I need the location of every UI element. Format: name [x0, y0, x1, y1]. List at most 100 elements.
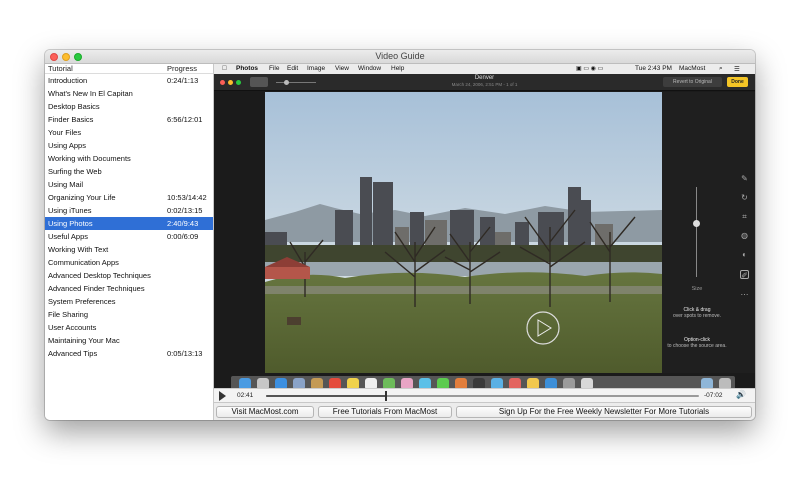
- filters-icon: ◍: [741, 231, 748, 240]
- tutorial-title: What's New In El Capitan: [48, 89, 133, 98]
- tutorial-row[interactable]: Using Apps: [45, 139, 213, 152]
- tutorial-row[interactable]: Communication Apps: [45, 256, 213, 269]
- playback-controls: 02:41 -07:02 🔊: [214, 388, 755, 402]
- apple-icon: : [222, 65, 227, 72]
- tutorial-row[interactable]: Using iTunes 0:02/13:15: [45, 204, 213, 217]
- tutorial-row[interactable]: Introduction 0:24/1:13: [45, 74, 213, 87]
- retouch-icon: ✐: [740, 270, 749, 280]
- tutorial-title: Useful Apps: [48, 232, 89, 241]
- tutorial-title: Finder Basics: [48, 115, 94, 124]
- tutorial-title: Using Mail: [48, 180, 84, 189]
- tutorial-row[interactable]: Maintaining Your Mac: [45, 334, 213, 347]
- tutorial-progress: 0:00/6:09: [167, 232, 199, 241]
- done-button: Done: [727, 77, 748, 87]
- tutorial-row[interactable]: Advanced Finder Techniques: [45, 282, 213, 295]
- tutorial-title: Working with Documents: [48, 154, 131, 163]
- current-time: 02:41: [237, 392, 254, 399]
- tutorial-row[interactable]: Organizing Your Life 10:53/14:42: [45, 191, 213, 204]
- tutorial-title: Advanced Tips: [48, 349, 98, 358]
- tutorial-list-header: Tutorial Progress: [45, 64, 213, 74]
- tutorial-title: Your Files: [48, 128, 82, 137]
- tutorial-progress: 0:05/13:13: [167, 349, 203, 358]
- enhance-wand-icon: ✎: [741, 174, 748, 183]
- tutorial-row[interactable]: Advanced Tips 0:05/13:13: [45, 347, 213, 360]
- photos-toolbar: Denver March 24, 2006, 2:51 PM - 1 of 1 …: [214, 74, 755, 91]
- video-mac-menubar:  Photos File Edit Image View Window Hel…: [214, 64, 755, 74]
- hint-option-click: Option-click to choose the source area.: [662, 337, 732, 349]
- bottom-bar: Visit MacMost.com Free Tutorials From Ma…: [214, 402, 755, 420]
- column-header-tutorial[interactable]: Tutorial: [48, 64, 73, 73]
- tutorial-row[interactable]: Using Mail: [45, 178, 213, 191]
- menubar-clock: Tue 2:43 PM: [635, 65, 672, 72]
- visit-macmost-button[interactable]: Visit MacMost.com: [216, 406, 314, 418]
- rotate-icon: ↻: [741, 193, 748, 202]
- tutorial-title: Maintaining Your Mac: [48, 336, 120, 345]
- window-title: Video Guide: [375, 51, 425, 61]
- tutorial-title: Surfing the Web: [48, 167, 102, 176]
- menu-edit: Edit: [287, 65, 299, 72]
- spotlight-icon: ⌕: [719, 65, 723, 72]
- hint-option-click-body: to choose the source area.: [667, 343, 727, 349]
- adjust-icon: ◐: [742, 250, 747, 259]
- denver-skyline-image: [265, 92, 662, 373]
- revert-to-original-button: Revert to Original: [663, 77, 722, 87]
- tutorial-title: Desktop Basics: [48, 102, 100, 111]
- tutorial-row[interactable]: Finder Basics 6:56/12:01: [45, 113, 213, 126]
- tutorial-title: Communication Apps: [48, 258, 119, 267]
- hint-click-drag-body: over spots to remove.: [672, 313, 722, 319]
- more-icon: ⋯: [740, 290, 749, 299]
- tutorial-title: System Preferences: [48, 297, 116, 306]
- tutorial-row[interactable]: Advanced Desktop Techniques: [45, 269, 213, 282]
- tutorial-title: Using iTunes: [48, 206, 92, 215]
- tutorial-row[interactable]: Desktop Basics: [45, 100, 213, 113]
- hint-click-drag: Click & drag over spots to remove.: [662, 307, 732, 319]
- menu-window: Window: [358, 65, 382, 72]
- scrubber[interactable]: [266, 391, 699, 401]
- tutorial-list[interactable]: Tutorial Progress Introduction 0:24/1:13 W…: [45, 64, 214, 420]
- size-slider-knob-icon: [693, 220, 700, 227]
- column-header-progress[interactable]: Progress: [167, 64, 197, 73]
- tutorial-title: Using Apps: [48, 141, 86, 150]
- video-guide-window: Video Guide Tutorial Progress Introducti…: [45, 50, 755, 420]
- menu-photos: Photos: [236, 65, 259, 72]
- tutorial-row[interactable]: Using Photos 2:40/9:43: [45, 217, 213, 230]
- menubar-user: MacMost: [679, 65, 706, 72]
- tutorial-row[interactable]: What's New In El Capitan: [45, 87, 213, 100]
- tutorial-row[interactable]: Your Files: [45, 126, 213, 139]
- tutorial-progress: 2:40/9:43: [167, 219, 199, 228]
- denver-photo: [265, 92, 662, 373]
- scrubber-knob[interactable]: [384, 391, 387, 401]
- free-tutorials-button[interactable]: Free Tutorials From MacMost: [318, 406, 452, 418]
- tutorial-progress: 0:02/13:15: [167, 206, 203, 215]
- newsletter-signup-button[interactable]: Sign Up For the Free Weekly Newsletter F…: [456, 406, 752, 418]
- tutorial-title: File Sharing: [48, 310, 89, 319]
- video-player[interactable]:  Photos File Edit Image View Window Hel…: [214, 64, 755, 402]
- retouch-panel: Size Click & drag over spots to remove. …: [662, 92, 755, 373]
- play-icon[interactable]: [219, 391, 226, 401]
- menu-view: View: [335, 65, 349, 72]
- menubar-status-icons: ▣ ▭ ◉ ▭: [576, 66, 604, 72]
- size-label: Size: [691, 286, 703, 292]
- size-slider-track-icon: [696, 187, 697, 277]
- tutorial-row[interactable]: System Preferences: [45, 295, 213, 308]
- tutorial-title: Organizing Your Life: [48, 193, 116, 202]
- tutorial-title: Introduction: [48, 76, 88, 85]
- title-bar[interactable]: Video Guide: [45, 50, 755, 64]
- tutorial-row[interactable]: File Sharing: [45, 308, 213, 321]
- tutorial-row[interactable]: Useful Apps 0:00/6:09: [45, 230, 213, 243]
- tutorial-title: User Accounts: [48, 323, 97, 332]
- tutorial-title: Working With Text: [48, 245, 109, 254]
- menu-image: Image: [307, 65, 326, 72]
- tutorial-progress: 10:53/14:42: [167, 193, 207, 202]
- tutorial-progress: 6:56/12:01: [167, 115, 203, 124]
- tutorial-title: Advanced Desktop Techniques: [48, 271, 151, 280]
- notification-center-icon: ☰: [734, 66, 740, 73]
- volume-icon[interactable]: 🔊: [736, 390, 746, 399]
- tutorial-row[interactable]: User Accounts: [45, 321, 213, 334]
- tutorial-title: Advanced Finder Techniques: [48, 284, 145, 293]
- tutorial-row[interactable]: Surfing the Web: [45, 165, 213, 178]
- menu-file: File: [269, 65, 280, 72]
- tutorial-row[interactable]: Working with Documents: [45, 152, 213, 165]
- tutorial-row[interactable]: Working With Text: [45, 243, 213, 256]
- tutorial-progress: 0:24/1:13: [167, 76, 199, 85]
